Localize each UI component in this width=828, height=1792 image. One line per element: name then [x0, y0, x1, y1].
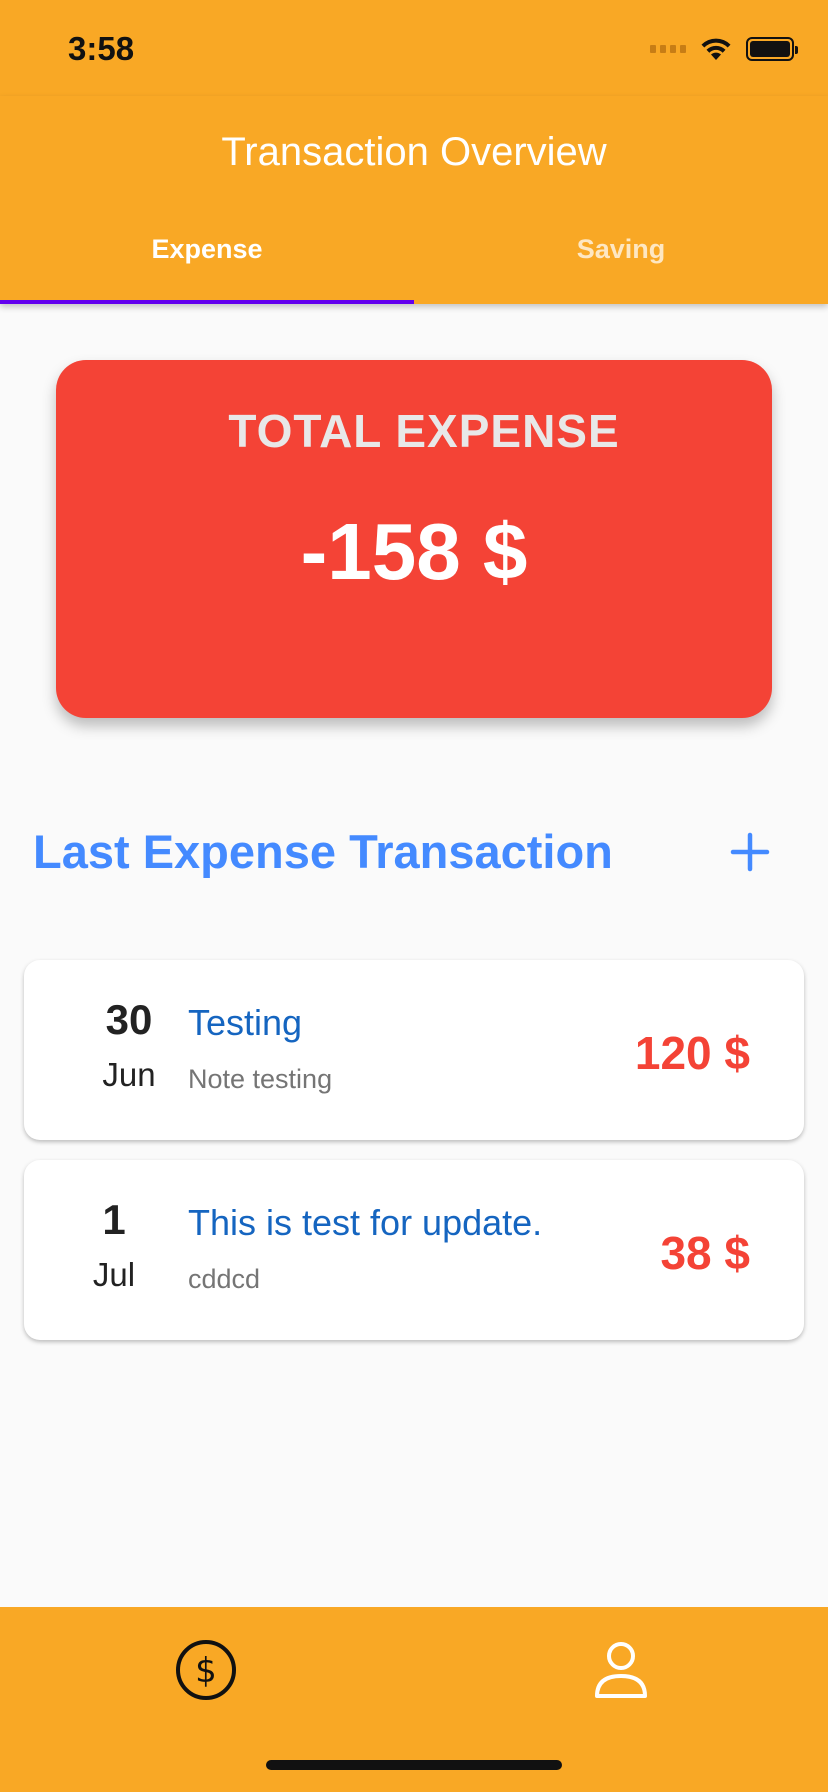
- nav-expense-button[interactable]: $: [171, 1635, 241, 1705]
- transaction-title: This is test for update.: [188, 1202, 543, 1243]
- tab-saving[interactable]: Saving: [414, 234, 828, 265]
- nav-profile-button[interactable]: [586, 1635, 656, 1705]
- plus-icon: [730, 832, 770, 872]
- total-expense-value: -158 $: [300, 507, 528, 596]
- transaction-card[interactable]: 1 Jul This is test for update. cddcd 38 …: [24, 1160, 804, 1340]
- home-indicator[interactable]: [266, 1760, 562, 1770]
- status-time: 3:58: [68, 30, 135, 67]
- page-title: Transaction Overview: [221, 130, 607, 174]
- signal-icon: [650, 45, 686, 53]
- app-bar: Transaction Overview Expense Saving: [0, 96, 828, 304]
- total-expense-label: TOTAL EXPENSE: [228, 405, 620, 457]
- transaction-month: Jun: [102, 1056, 156, 1093]
- status-bar: 3:58: [0, 0, 828, 96]
- section-title: Last Expense Transaction: [33, 825, 613, 878]
- transaction-note: cddcd: [188, 1264, 261, 1294]
- svg-text:$: $: [195, 1651, 217, 1691]
- person-icon: [595, 1642, 647, 1698]
- transaction-day: 1: [102, 1196, 126, 1243]
- transaction-month: Jul: [92, 1256, 136, 1293]
- transaction-card[interactable]: 30 Jun Testing Note testing 120 $: [24, 960, 804, 1140]
- battery-icon: [746, 37, 798, 61]
- wifi-icon: [701, 38, 731, 60]
- add-transaction-button[interactable]: [720, 822, 780, 882]
- transaction-note: Note testing: [188, 1064, 333, 1094]
- dollar-circle-icon: $: [176, 1640, 236, 1700]
- transaction-amount: 120 $: [634, 1027, 750, 1079]
- tab-indicator: [0, 300, 414, 304]
- transaction-day: 30: [105, 996, 153, 1043]
- transaction-amount: 38 $: [660, 1227, 750, 1279]
- status-icons: [650, 36, 798, 62]
- total-expense-card: TOTAL EXPENSE -158 $: [56, 360, 772, 718]
- tab-expense[interactable]: Expense: [0, 234, 414, 265]
- transaction-title: Testing: [188, 1002, 303, 1043]
